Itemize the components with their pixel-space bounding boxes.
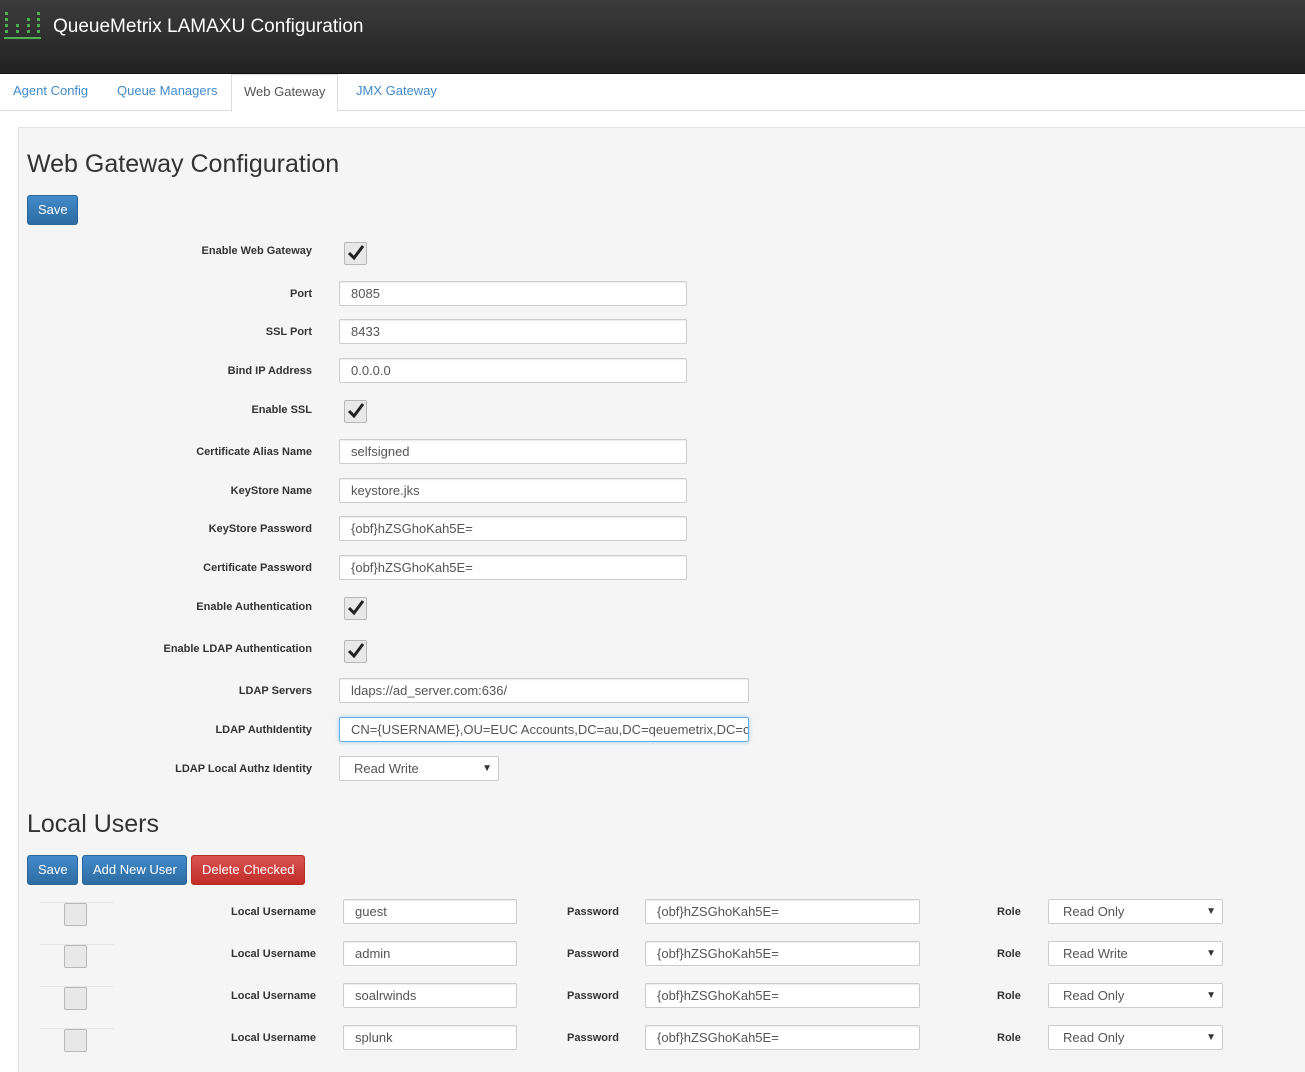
password-input[interactable]: {obf}hZSGhoKah5E=	[645, 1025, 920, 1050]
save-button[interactable]: Save	[27, 195, 78, 225]
password-input[interactable]: {obf}hZSGhoKah5E=	[645, 983, 920, 1008]
role-select[interactable]: Read Only ▼	[1048, 899, 1223, 924]
caret-down-icon: ▼	[482, 763, 492, 774]
username-label: Local Username	[231, 1032, 316, 1044]
config-panel	[18, 127, 1305, 1072]
username-input[interactable]: soalrwinds	[343, 983, 517, 1008]
password-label: Password	[567, 948, 619, 960]
ssl-port-input[interactable]: 8433	[339, 319, 687, 344]
role-value: Read Only	[1063, 988, 1125, 1003]
tab-agent-config[interactable]: Agent Config	[1, 74, 100, 111]
role-value: Read Only	[1063, 1030, 1125, 1045]
checkmark-icon	[347, 600, 365, 616]
username-label: Local Username	[231, 948, 316, 960]
app-header: QueueMetrix LAMAXU Configuration	[0, 0, 1305, 74]
tab-web-gateway[interactable]: Web Gateway	[231, 74, 339, 112]
keystore-name-input[interactable]: keystore.jks	[339, 478, 687, 503]
enable-ldap-auth-label: Enable LDAP Authentication	[163, 643, 312, 655]
nav-tabs: Agent Config Queue Managers Web Gateway …	[0, 74, 1305, 112]
enable-web-gateway-checkbox[interactable]	[344, 242, 367, 265]
ldap-local-authz-select[interactable]: Read Write ▼	[339, 756, 499, 781]
enable-auth-label: Enable Authentication	[196, 601, 312, 613]
enable-web-gateway-label: Enable Web Gateway	[201, 245, 312, 257]
password-input[interactable]: {obf}hZSGhoKah5E=	[645, 941, 920, 966]
caret-down-icon: ▼	[1206, 906, 1216, 917]
bar-chart-logo-icon	[4, 12, 41, 39]
role-value: Read Write	[1063, 946, 1128, 961]
username-input[interactable]: splunk	[343, 1025, 517, 1050]
role-select[interactable]: Read Write ▼	[1048, 941, 1223, 966]
ldap-authidentity-label: LDAP AuthIdentity	[215, 724, 312, 736]
local-users-title: Local Users	[27, 810, 159, 838]
add-new-user-button[interactable]: Add New User	[82, 855, 187, 885]
role-label: Role	[997, 948, 1021, 960]
password-label: Password	[567, 990, 619, 1002]
bind-ip-label: Bind IP Address	[227, 365, 312, 377]
cert-password-input[interactable]: {obf}hZSGhoKah5E=	[339, 555, 687, 580]
keystore-name-label: KeyStore Name	[230, 485, 312, 497]
enable-auth-checkbox[interactable]	[344, 597, 367, 620]
cert-alias-input[interactable]: selfsigned	[339, 439, 687, 464]
role-value: Read Only	[1063, 904, 1125, 919]
ldap-servers-label: LDAP Servers	[238, 685, 312, 697]
role-select[interactable]: Read Only ▼	[1048, 1025, 1223, 1050]
ldap-local-authz-label: LDAP Local Authz Identity	[175, 763, 312, 775]
caret-down-icon: ▼	[1206, 990, 1216, 1001]
ldap-authidentity-input[interactable]: CN={USERNAME},OU=EUC Accounts,DC=au,DC=q…	[339, 717, 749, 742]
delete-checked-button[interactable]: Delete Checked	[191, 855, 305, 885]
user-row-checkbox[interactable]	[64, 987, 87, 1010]
ssl-port-label: SSL Port	[265, 326, 312, 338]
app-title: QueueMetrix LAMAXU Configuration	[53, 16, 364, 37]
page-title: Web Gateway Configuration	[27, 150, 340, 178]
checkmark-icon	[347, 245, 365, 261]
password-label: Password	[567, 906, 619, 918]
cert-alias-label: Certificate Alias Name	[196, 446, 312, 458]
role-select[interactable]: Read Only ▼	[1048, 983, 1223, 1008]
enable-ssl-label: Enable SSL	[251, 404, 312, 416]
user-row-checkbox[interactable]	[64, 903, 87, 926]
username-input[interactable]: guest	[343, 899, 517, 924]
username-input[interactable]: admin	[343, 941, 517, 966]
caret-down-icon: ▼	[1206, 1032, 1216, 1043]
keystore-password-label: KeyStore Password	[208, 523, 312, 535]
tab-jmx-gateway[interactable]: JMX Gateway	[344, 74, 449, 111]
password-input[interactable]: {obf}hZSGhoKah5E=	[645, 899, 920, 924]
enable-ssl-checkbox[interactable]	[344, 400, 367, 423]
user-row-checkbox[interactable]	[64, 945, 87, 968]
username-label: Local Username	[231, 990, 316, 1002]
cert-password-label: Certificate Password	[203, 562, 312, 574]
port-input[interactable]: 8085	[339, 281, 687, 306]
user-row-checkbox[interactable]	[64, 1029, 87, 1052]
port-label: Port	[290, 288, 312, 300]
local-users-save-button[interactable]: Save	[27, 855, 78, 885]
username-label: Local Username	[231, 906, 316, 918]
role-label: Role	[997, 1032, 1021, 1044]
caret-down-icon: ▼	[1206, 948, 1216, 959]
role-label: Role	[997, 990, 1021, 1002]
ldap-servers-input[interactable]: ldaps://ad_server.com:636/	[339, 678, 749, 703]
role-label: Role	[997, 906, 1021, 918]
checkmark-icon	[347, 403, 365, 419]
tab-queue-managers[interactable]: Queue Managers	[105, 74, 229, 111]
checkmark-icon	[347, 643, 365, 659]
enable-ldap-auth-checkbox[interactable]	[344, 640, 367, 663]
keystore-password-input[interactable]: {obf}hZSGhoKah5E=	[339, 516, 687, 541]
bind-ip-input[interactable]: 0.0.0.0	[339, 358, 687, 383]
password-label: Password	[567, 1032, 619, 1044]
ldap-local-authz-value: Read Write	[354, 761, 419, 776]
